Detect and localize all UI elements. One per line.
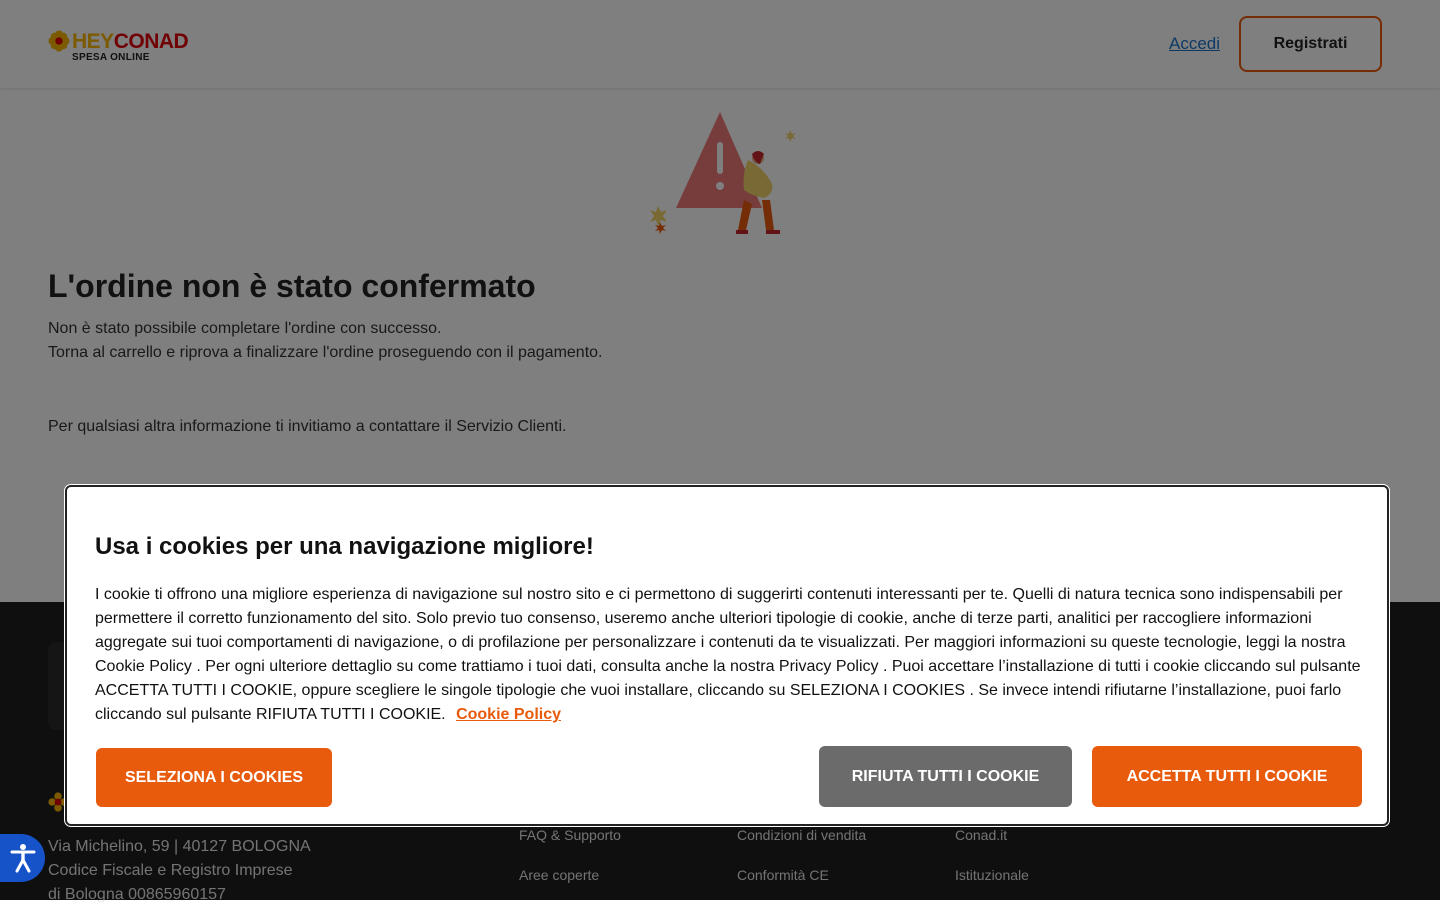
- reject-all-cookies-button[interactable]: RIFIUTA TUTTI I COOKIE: [819, 746, 1072, 807]
- accessibility-icon: [10, 844, 35, 873]
- cookie-policy-link[interactable]: Cookie Policy: [456, 706, 561, 723]
- cookie-consent-dialog: Usa i cookies per una navigazione miglio…: [65, 485, 1389, 826]
- cookie-body: I cookie ti offrono una migliore esperie…: [95, 586, 1361, 723]
- select-cookies-button[interactable]: SELEZIONA I COOKIES: [96, 748, 332, 807]
- cookie-title: Usa i cookies per una navigazione miglio…: [95, 533, 594, 560]
- cookie-description: I cookie ti offrono una migliore esperie…: [95, 583, 1365, 727]
- accept-all-cookies-button[interactable]: ACCETTA TUTTI I COOKIE: [1092, 746, 1362, 807]
